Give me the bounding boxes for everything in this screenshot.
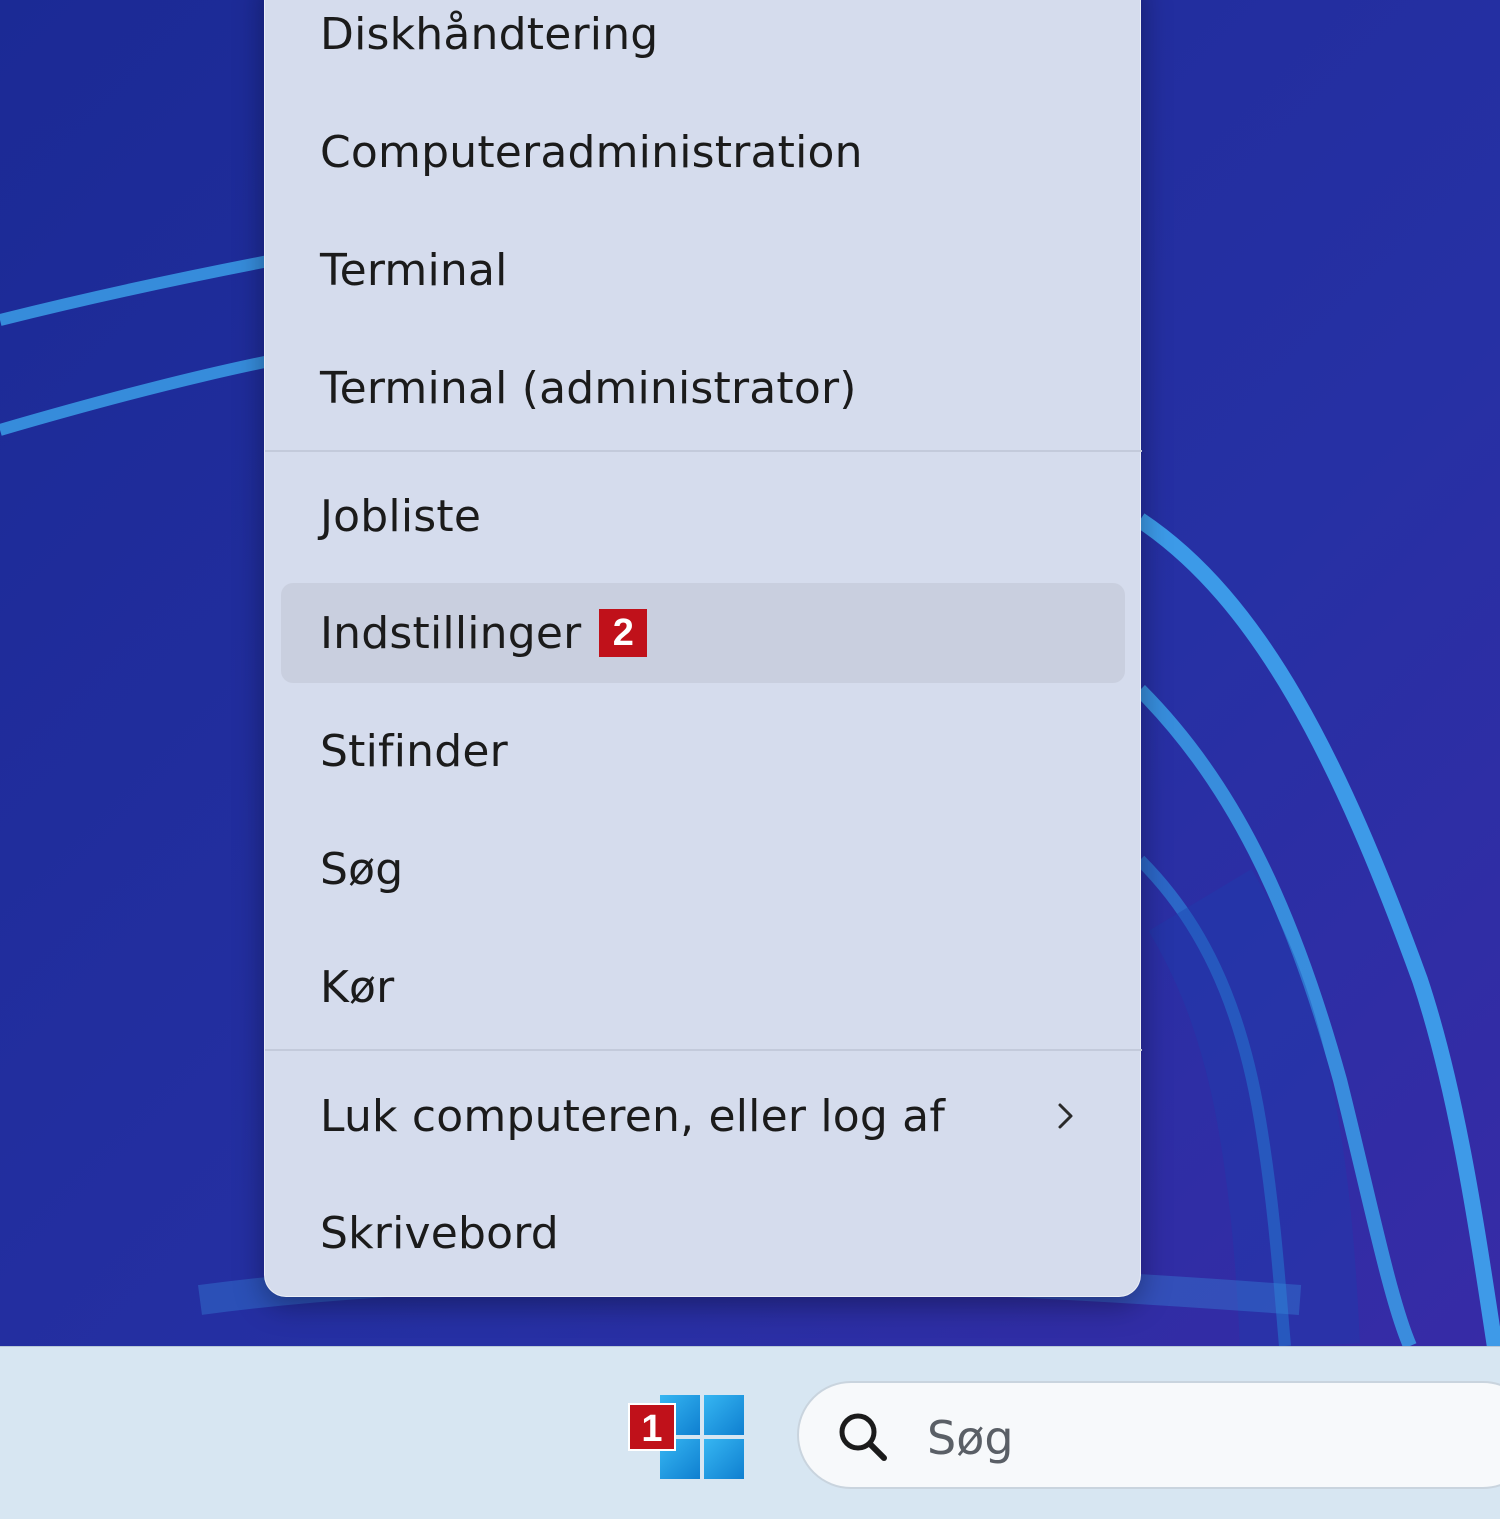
menu-item-label: Luk computeren, eller log af [320, 1090, 946, 1142]
menu-item-label: Jobliste [320, 490, 482, 542]
menu-item-jobliste[interactable]: Jobliste [281, 466, 1125, 566]
menu-item-label: Indstillinger [320, 607, 582, 659]
menu-item-label: Terminal (administrator) [320, 362, 857, 414]
menu-item-terminal-admin[interactable]: Terminal (administrator) [281, 338, 1125, 438]
menu-item-stifinder[interactable]: Stifinder [281, 701, 1125, 801]
menu-item-label: Computeradministration [320, 126, 863, 178]
search-placeholder: Søg [927, 1411, 1014, 1465]
taskbar-search-box[interactable]: Søg [797, 1381, 1500, 1489]
menu-separator [265, 1049, 1142, 1051]
menu-item-label: Terminal [320, 244, 508, 296]
menu-item-label: Stifinder [320, 725, 508, 777]
context-menu: Diskhåndtering Computeradministration Te… [264, 0, 1142, 1297]
menu-item-shutdown[interactable]: Luk computeren, eller log af [281, 1066, 1125, 1166]
menu-separator [265, 450, 1142, 452]
step-badge: 2 [599, 609, 648, 657]
menu-item-skrivebord[interactable]: Skrivebord [281, 1183, 1125, 1283]
taskbar: 1 Søg [0, 1346, 1500, 1519]
desktop: Diskhåndtering Computeradministration Te… [0, 0, 1500, 1519]
menu-item-label: Kør [320, 961, 395, 1013]
step-badge: 1 [628, 1403, 676, 1451]
menu-item-indstillinger[interactable]: Indstillinger 2 [281, 583, 1125, 683]
search-icon [839, 1413, 887, 1461]
menu-item-label: Skrivebord [320, 1207, 559, 1259]
menu-item-diskhandtering[interactable]: Diskhåndtering [281, 0, 1125, 84]
chevron-right-icon [1058, 1103, 1073, 1129]
menu-item-label: Diskhåndtering [320, 8, 659, 60]
menu-item-kor[interactable]: Kør [281, 937, 1125, 1037]
menu-item-label: Søg [320, 843, 404, 895]
menu-item-terminal[interactable]: Terminal [281, 220, 1125, 320]
menu-item-sog[interactable]: Søg [281, 819, 1125, 919]
menu-item-computeradministration[interactable]: Computeradministration [281, 102, 1125, 202]
